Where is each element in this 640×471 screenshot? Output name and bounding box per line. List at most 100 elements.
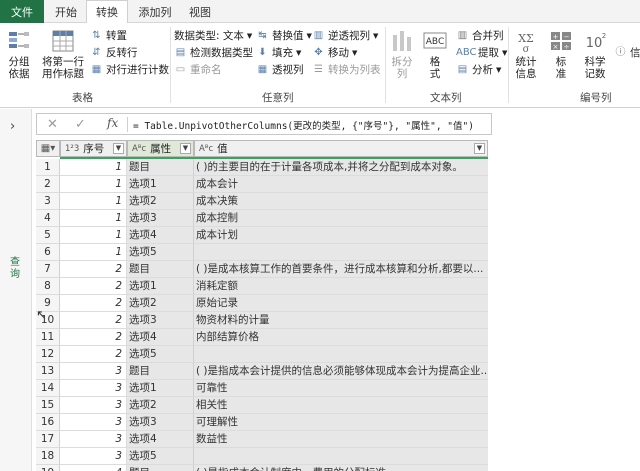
tab-transform[interactable]: 转换 xyxy=(86,0,128,24)
merge-columns-button[interactable]: ▥ 合并列 xyxy=(456,30,504,42)
data-type-dropdown[interactable]: 数据类型: 文本 ▼ xyxy=(174,30,252,42)
menu-file[interactable]: 文件 xyxy=(0,0,44,23)
text-type-icon[interactable]: Aᴮc xyxy=(132,144,146,154)
cell-seq[interactable]: 1 xyxy=(60,210,127,227)
cell-value[interactable]: 成本决策 xyxy=(194,193,488,210)
cell-attribute[interactable]: 选项4 xyxy=(127,431,194,448)
cell-seq[interactable]: 3 xyxy=(60,397,127,414)
row-number[interactable]: 5 xyxy=(36,227,60,244)
tab-add-column[interactable]: 添加列 xyxy=(132,0,178,23)
formula-input[interactable]: = Table.UnpivotOtherColumns(更改的类型, {"序号"… xyxy=(133,118,474,132)
information-button[interactable]: ⓘ 信 xyxy=(614,47,640,59)
cell-seq[interactable]: 3 xyxy=(60,431,127,448)
transpose-button[interactable]: ⇅ 转置 xyxy=(90,30,127,42)
filter-dropdown-icon[interactable]: ▼ xyxy=(474,143,485,154)
cell-attribute[interactable]: 选项4 xyxy=(127,329,194,346)
cell-attribute[interactable]: 题目 xyxy=(127,159,194,176)
cell-value[interactable]: 数益性 xyxy=(194,431,488,448)
parse-button[interactable]: ▤ 分析 ▼ xyxy=(456,64,502,76)
use-first-row-button[interactable]: 将第一行 用作标题 xyxy=(38,29,88,80)
cell-value[interactable]: 可靠性 xyxy=(194,380,488,397)
cell-value[interactable] xyxy=(194,346,488,363)
cell-attribute[interactable]: 选项3 xyxy=(127,312,194,329)
row-number[interactable]: 16 xyxy=(36,414,60,431)
number-type-icon[interactable]: 1²3 xyxy=(65,144,79,154)
cell-seq[interactable]: 2 xyxy=(60,261,127,278)
cell-value[interactable]: ( )是指成本会计提供的信息必须能够体现成本会计为提高企业... xyxy=(194,363,488,380)
cell-attribute[interactable]: 选项4 xyxy=(127,227,194,244)
tab-home[interactable]: 开始 xyxy=(48,0,84,23)
cell-value[interactable]: 消耗定额 xyxy=(194,278,488,295)
cell-seq[interactable]: 2 xyxy=(60,346,127,363)
group-by-button[interactable]: 分组 依据 xyxy=(4,29,34,80)
pivot-column-button[interactable]: ▦ 透视列 xyxy=(256,64,304,76)
cell-attribute[interactable]: 题目 xyxy=(127,261,194,278)
confirm-icon[interactable]: ✓ xyxy=(75,117,86,132)
count-rows-button[interactable]: ▦ 对行进行计数 xyxy=(90,64,169,76)
queries-pane-collapsed[interactable]: › 查询 xyxy=(0,109,32,471)
cell-attribute[interactable]: 选项1 xyxy=(127,278,194,295)
rename-button[interactable]: ▭ 重命名 xyxy=(174,64,222,76)
row-number[interactable]: 19 xyxy=(36,465,60,471)
cell-attribute[interactable]: 选项2 xyxy=(127,295,194,312)
queries-label[interactable]: 查询 xyxy=(10,257,22,281)
row-number[interactable]: 12 xyxy=(36,346,60,363)
cell-value[interactable] xyxy=(194,244,488,261)
replace-values-button[interactable]: ↹ 替换值 ▼ xyxy=(256,30,312,42)
row-number[interactable]: 1 xyxy=(36,159,60,176)
statistics-button[interactable]: XΣ σ 统计 信息 xyxy=(510,29,542,80)
cell-seq[interactable]: 3 xyxy=(60,448,127,465)
cell-attribute[interactable]: 选项2 xyxy=(127,193,194,210)
cell-seq[interactable]: 3 xyxy=(60,380,127,397)
cell-value[interactable]: 成本控制 xyxy=(194,210,488,227)
cell-value[interactable]: 相关性 xyxy=(194,397,488,414)
tab-view[interactable]: 视图 xyxy=(182,0,218,23)
cancel-icon[interactable]: ✕ xyxy=(47,117,58,132)
cell-attribute[interactable]: 题目 xyxy=(127,465,194,471)
cell-seq[interactable]: 2 xyxy=(60,295,127,312)
cell-seq[interactable]: 3 xyxy=(60,363,127,380)
cell-attribute[interactable]: 选项1 xyxy=(127,380,194,397)
row-number[interactable]: 8 xyxy=(36,278,60,295)
cell-value[interactable]: ( )是成本核算工作的首要条件，进行成本核算和分析,都要以... xyxy=(194,261,488,278)
row-number[interactable]: 3 xyxy=(36,193,60,210)
format-button[interactable]: ABC 格 式 xyxy=(420,29,450,80)
cell-attribute[interactable]: 题目 xyxy=(127,363,194,380)
cell-seq[interactable]: 2 xyxy=(60,278,127,295)
row-number[interactable]: 4 xyxy=(36,210,60,227)
chevron-right-icon[interactable]: › xyxy=(10,119,15,134)
cell-seq[interactable]: 1 xyxy=(60,227,127,244)
cell-value[interactable]: 物资材料的计量 xyxy=(194,312,488,329)
cell-attribute[interactable]: 选项3 xyxy=(127,414,194,431)
table-menu-button[interactable]: ▦▾ xyxy=(36,140,60,157)
cell-value[interactable] xyxy=(194,448,488,465)
extract-button[interactable]: ABC 提取 ▼ xyxy=(456,47,507,59)
cell-value[interactable]: 成本计划 xyxy=(194,227,488,244)
column-header-value[interactable]: Aᴮc 值 ▼ xyxy=(194,140,488,157)
filter-dropdown-icon[interactable]: ▼ xyxy=(113,143,124,154)
cell-seq[interactable]: 1 xyxy=(60,244,127,261)
cell-seq[interactable]: 1 xyxy=(60,159,127,176)
column-header-seq[interactable]: 1²3 序号 ▼ xyxy=(60,140,127,157)
row-number[interactable]: 14 xyxy=(36,380,60,397)
cell-seq[interactable]: 1 xyxy=(60,176,127,193)
cell-seq[interactable]: 2 xyxy=(60,312,127,329)
split-column-button[interactable]: 拆分 列 xyxy=(388,29,416,80)
row-number[interactable]: 13 xyxy=(36,363,60,380)
convert-to-list-button[interactable]: ☰ 转换为列表 xyxy=(312,64,380,76)
cell-value[interactable]: 内部结算价格 xyxy=(194,329,488,346)
cell-seq[interactable]: 3 xyxy=(60,414,127,431)
cell-attribute[interactable]: 选项1 xyxy=(127,176,194,193)
row-number[interactable]: 11 xyxy=(36,329,60,346)
move-button[interactable]: ✥ 移动 ▼ xyxy=(312,47,357,59)
cell-seq[interactable]: 4 xyxy=(60,465,127,471)
row-number[interactable]: 17 xyxy=(36,431,60,448)
standard-button[interactable]: + − × ÷ 标 准 xyxy=(546,29,576,80)
unpivot-columns-button[interactable]: ▥ 逆透视列 ▼ xyxy=(312,30,379,42)
cell-attribute[interactable]: 选项3 xyxy=(127,210,194,227)
cell-attribute[interactable]: 选项2 xyxy=(127,397,194,414)
text-type-icon[interactable]: Aᴮc xyxy=(199,144,213,154)
cell-value[interactable]: 成本会计 xyxy=(194,176,488,193)
cell-seq[interactable]: 2 xyxy=(60,329,127,346)
cell-attribute[interactable]: 选项5 xyxy=(127,448,194,465)
